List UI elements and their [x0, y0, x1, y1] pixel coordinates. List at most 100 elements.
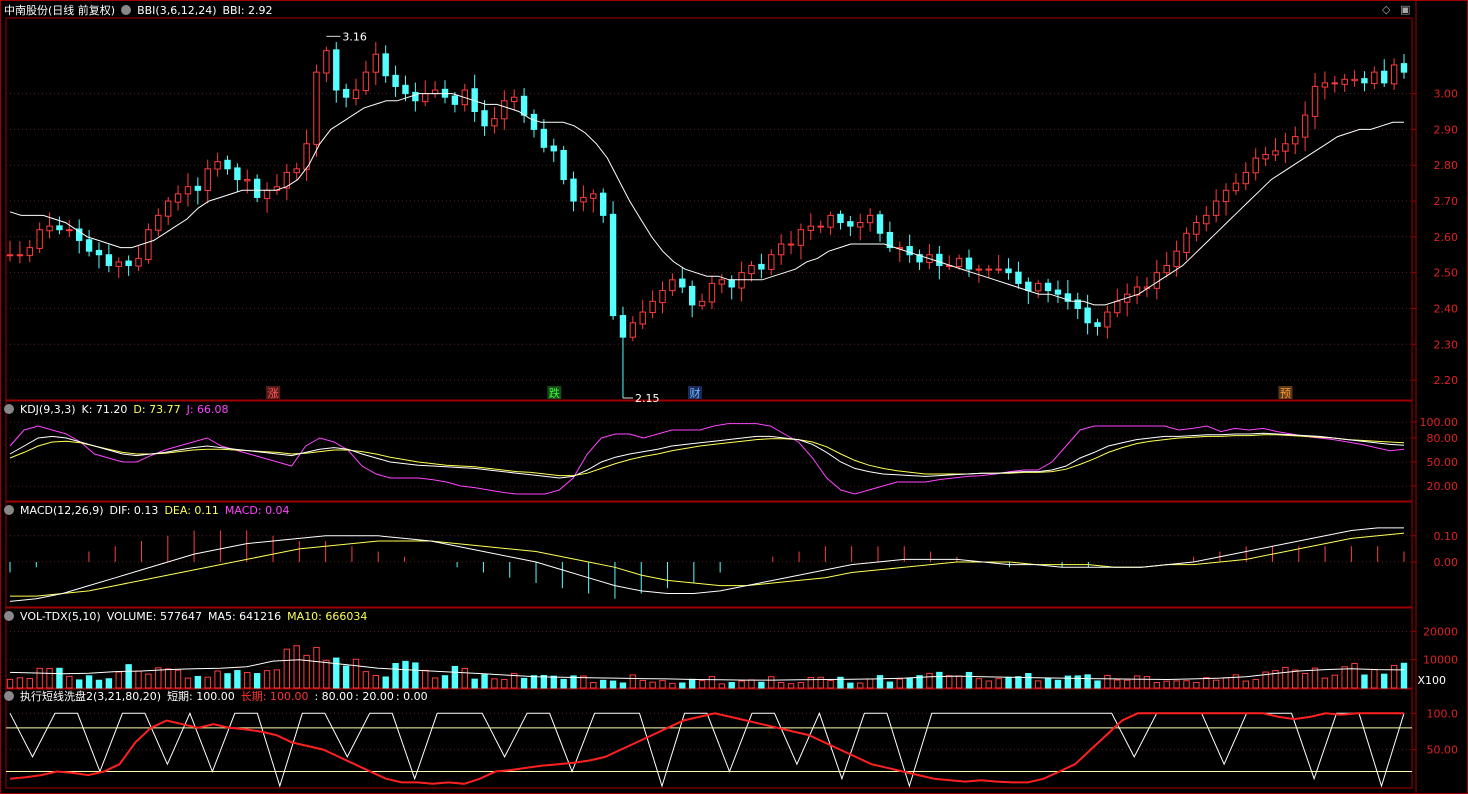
candle-body — [412, 91, 419, 102]
custom-panel-header: 执行短线洗盘2(3,21,80,20) 短期: 100.00 长期: 100.00:… — [4, 690, 434, 704]
kdj-j-value: J: 66.08 — [186, 403, 229, 416]
candle-body — [698, 300, 706, 307]
custom-toggle-icon[interactable] — [4, 691, 14, 701]
vol-y-tick-label: 20000 — [1423, 625, 1458, 638]
volume-bar — [1104, 674, 1111, 689]
candle-body — [807, 225, 815, 231]
volume-bar — [1163, 680, 1170, 689]
volume-bar — [1361, 674, 1368, 689]
diamond-icon[interactable]: ◇ — [1382, 3, 1390, 16]
volume-bar — [560, 678, 567, 689]
candle-body — [1044, 282, 1052, 292]
volume-bar — [738, 680, 745, 689]
volume-bar — [679, 682, 686, 689]
candle-body — [26, 247, 33, 256]
candle-body — [599, 192, 607, 216]
vol-toggle-icon[interactable] — [4, 611, 14, 621]
volume-bar — [1183, 680, 1190, 689]
event-marker-4: 预 — [1280, 387, 1291, 400]
custom-lvl3: : 0.00 — [395, 690, 428, 703]
indicator-toggle-icon[interactable] — [121, 5, 132, 15]
volume-bar — [1301, 672, 1309, 689]
candle-body — [501, 100, 508, 120]
volume-bar — [16, 677, 24, 689]
volume-bar — [283, 648, 291, 689]
candle-body — [164, 200, 172, 217]
volume-bar — [985, 680, 992, 689]
vol-ma10-value: MA10: 666034 — [287, 610, 368, 623]
volume-bar — [1153, 682, 1161, 689]
volume-bar — [1054, 679, 1062, 689]
volume-bar — [145, 673, 152, 689]
volume-bar — [1044, 677, 1052, 689]
volume-bar — [422, 669, 429, 689]
candle-body — [352, 89, 360, 99]
candle-body — [797, 229, 805, 246]
candle-body — [936, 253, 943, 267]
macd-toggle-icon[interactable] — [4, 505, 14, 515]
candle-body — [837, 213, 844, 224]
volume-bar — [1252, 678, 1259, 689]
candle-body — [955, 257, 963, 267]
panel-frame — [5, 17, 1413, 401]
candle-body — [995, 268, 1002, 271]
candle-body — [1173, 250, 1180, 268]
candle-body — [481, 110, 488, 127]
bbi-value: BBI: 2.92 — [222, 4, 273, 17]
kdj-name[interactable]: KDJ(9,3,3) — [20, 403, 76, 416]
volume-bar — [698, 680, 706, 689]
volume-bar — [66, 675, 73, 689]
stock-title[interactable]: 中南股份(日线 前复权) — [4, 4, 115, 17]
bbi-line — [9, 93, 1404, 306]
stock-chart[interactable]: 3.00 2.90 2.80 2.70 2.60 2.50 2.40 2.30 2.20 3.16… — [0, 0, 1468, 794]
volume-bar — [1400, 662, 1408, 689]
custom-name[interactable]: 执行短线洗盘2(3,21,80,20) — [20, 690, 161, 703]
volume-bar — [6, 678, 14, 689]
volume-bar — [758, 681, 765, 689]
candle-body — [214, 161, 221, 170]
candle-body — [1282, 143, 1289, 152]
vol-name[interactable]: VOL-TDX(5,10) — [20, 610, 101, 623]
candle-body — [422, 93, 429, 103]
candle-body — [115, 261, 122, 267]
kdj-toggle-icon[interactable] — [4, 404, 14, 414]
volume-bar — [530, 675, 538, 689]
main-y-tick-label: 2.60 — [1434, 231, 1459, 244]
volume-bar — [906, 677, 913, 689]
bbi-name[interactable]: BBI(3,6,12,24) — [137, 4, 216, 17]
volume-bar — [135, 670, 142, 689]
event-marker-1: 涨 — [268, 387, 279, 400]
candle-body — [876, 214, 884, 234]
candle-body — [550, 145, 557, 152]
volume-bar — [807, 677, 815, 689]
macd-y-tick-label: 0.10 — [1434, 530, 1459, 543]
volume-bar — [56, 667, 63, 689]
candle-body — [194, 185, 202, 191]
volume-bar — [263, 670, 271, 689]
candle-body — [1163, 265, 1170, 274]
volume-bar — [164, 668, 172, 689]
volume-bar — [886, 681, 894, 689]
candle-body — [1292, 136, 1299, 145]
kdj-y-tick-label: 80.00 — [1427, 432, 1459, 445]
candle-body — [56, 225, 63, 231]
candle-body — [570, 178, 577, 202]
volume-bar — [629, 674, 637, 689]
candle-body — [1114, 300, 1121, 314]
candle-body — [382, 53, 389, 77]
window-restore-icon[interactable]: ▣ — [1400, 3, 1410, 16]
volume-bar — [926, 672, 933, 689]
volume-bar — [1025, 673, 1032, 689]
volume-bar — [441, 675, 449, 689]
volume-bar — [659, 680, 666, 689]
main-y-tick-label: 2.90 — [1434, 123, 1459, 136]
main-y-tick-label: 2.50 — [1434, 267, 1459, 280]
candle-body — [451, 95, 459, 105]
macd-name[interactable]: MACD(12,26,9) — [20, 504, 104, 517]
candle-body — [491, 118, 498, 127]
candle-body — [224, 159, 231, 170]
candle-body — [1104, 311, 1111, 328]
vol-unit-label: X100 — [1417, 674, 1446, 687]
volume-bar — [1390, 664, 1398, 689]
volume-bar — [995, 678, 1002, 689]
